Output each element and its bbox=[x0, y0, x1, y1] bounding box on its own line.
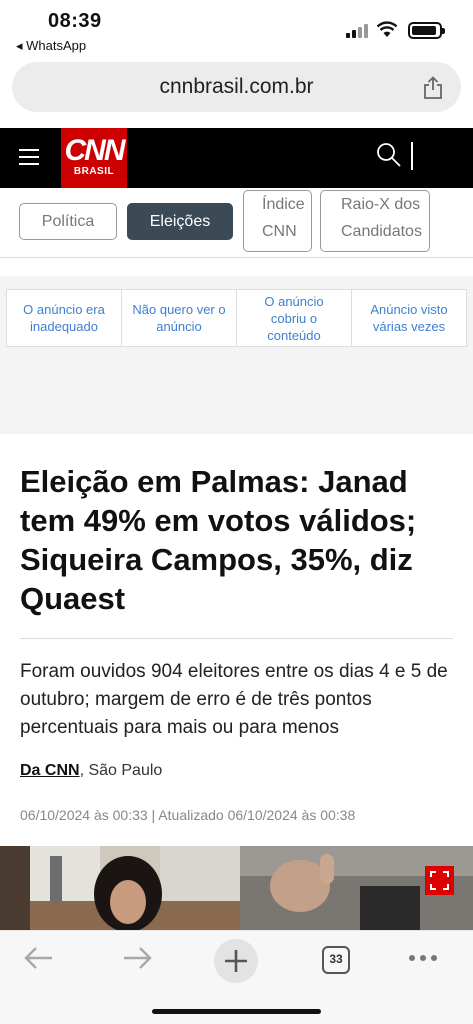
tab-politica[interactable]: Política bbox=[19, 203, 117, 240]
section-tabs: Política Eleições Índice CNN Raio-X dos … bbox=[0, 188, 473, 258]
forward-arrow-icon[interactable] bbox=[122, 945, 152, 971]
new-tab-button[interactable] bbox=[214, 939, 258, 983]
address-bar[interactable]: cnnbrasil.com.br bbox=[12, 62, 461, 112]
ad-feedback-seen-many[interactable]: Anúncio visto várias vezes bbox=[352, 290, 466, 346]
ad-feedback-label: Não quero ver o anúncio bbox=[132, 302, 226, 334]
ad-feedback-label: O anúncio era inadequado bbox=[23, 302, 105, 334]
battery-icon bbox=[408, 22, 445, 39]
tab-indice-cnn-label: Índice CNN bbox=[262, 196, 305, 240]
logo-main-text: CNN bbox=[64, 134, 126, 167]
share-icon[interactable] bbox=[422, 76, 444, 100]
article-dates: 06/10/2024 às 00:33 | Atualizado 06/10/2… bbox=[20, 807, 356, 823]
article-headline: Eleição em Palmas: Janad tem 49% em voto… bbox=[20, 464, 417, 616]
status-bar: 08:39 ◂ WhatsApp bbox=[0, 0, 473, 60]
tab-eleicoes[interactable]: Eleições bbox=[127, 203, 233, 240]
logo-sub-text: BRASIL bbox=[73, 166, 115, 177]
tab-raio-x[interactable]: Raio-X dos Candidatos bbox=[320, 190, 430, 252]
ad-feedback-dont-want[interactable]: Não quero ver o anúncio bbox=[122, 290, 237, 346]
back-to-app-link[interactable]: ◂ WhatsApp bbox=[16, 38, 86, 54]
byline-source-link[interactable]: Da CNN bbox=[20, 762, 80, 779]
search-icon[interactable] bbox=[376, 142, 402, 168]
headline-divider bbox=[20, 638, 453, 639]
ad-area: O anúncio era inadequado Não quero ver o… bbox=[0, 276, 473, 434]
more-icon[interactable] bbox=[409, 955, 439, 963]
cellular-signal-icon bbox=[346, 24, 368, 38]
plus-icon bbox=[225, 950, 247, 972]
ad-feedback-options: O anúncio era inadequado Não quero ver o… bbox=[6, 289, 467, 347]
ad-feedback-covered-content[interactable]: O anúncio cobriu o conteúdo bbox=[237, 290, 352, 346]
site-header: CNN BRASIL bbox=[0, 128, 473, 188]
tab-count-button[interactable]: 33 bbox=[322, 946, 350, 974]
menu-icon[interactable] bbox=[19, 149, 39, 165]
search-cursor bbox=[411, 142, 413, 170]
article-lede: Foram ouvidos 904 eleitores entre os dia… bbox=[20, 661, 448, 738]
home-indicator bbox=[152, 1009, 321, 1014]
status-time: 08:39 bbox=[48, 10, 102, 32]
browser-toolbar: 33 bbox=[0, 930, 473, 1024]
cnn-brasil-logo[interactable]: CNN BRASIL bbox=[61, 128, 127, 188]
url-text: cnnbrasil.com.br bbox=[159, 75, 314, 98]
ad-feedback-label: O anúncio cobriu o conteúdo bbox=[264, 293, 324, 343]
ad-feedback-inappropriate[interactable]: O anúncio era inadequado bbox=[7, 290, 122, 346]
wifi-icon bbox=[376, 21, 398, 37]
photo-image bbox=[0, 846, 473, 932]
fullscreen-icon[interactable] bbox=[425, 866, 454, 895]
article-photo[interactable] bbox=[0, 846, 473, 932]
byline-place: , São Paulo bbox=[79, 762, 163, 779]
tab-indice-cnn[interactable]: Índice CNN bbox=[243, 190, 312, 252]
article-byline: Da CNN, São Paulo bbox=[20, 762, 162, 780]
back-arrow-icon[interactable] bbox=[24, 945, 54, 971]
tab-raio-x-label: Raio-X dos Candidatos bbox=[341, 196, 422, 240]
ad-feedback-label: Anúncio visto várias vezes bbox=[370, 302, 448, 334]
